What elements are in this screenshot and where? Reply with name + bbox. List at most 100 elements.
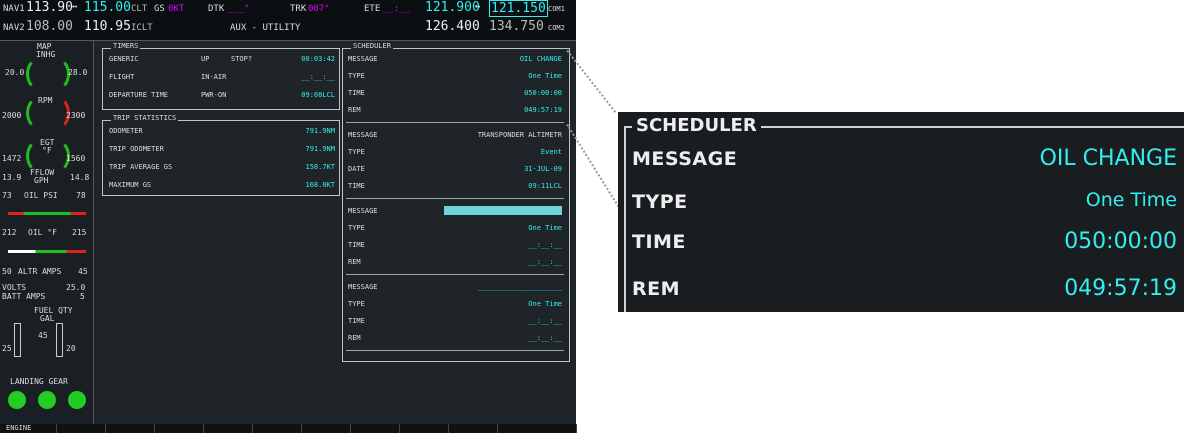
com2-active-frequency[interactable]: 126.400 [425, 19, 480, 34]
scheduler-value[interactable]: Event [541, 148, 562, 156]
nav1-active-frequency[interactable]: 113.90 [26, 0, 73, 15]
scheduler-row[interactable]: MESSAGE OIL CHANGE [348, 55, 562, 63]
zoom-value[interactable]: OIL CHANGE [1040, 146, 1177, 171]
egt-right-value: 1560 [66, 154, 86, 163]
scheduler-row[interactable]: MESSAGE TRANSPONDER ALTIMETR [348, 131, 562, 139]
com2-standby-frequency[interactable]: 134.750 [489, 19, 544, 34]
altr-amps-left-value: 50 [2, 267, 12, 276]
nav2-standby-frequency[interactable]: 110.95 [84, 19, 131, 34]
scheduler-value[interactable]: 050:00:00 [524, 89, 562, 97]
scheduler-row[interactable]: TYPE One Time [348, 300, 562, 308]
trip-label: ODOMETER [109, 127, 143, 135]
scheduler-value[interactable]: 09:11LCL [528, 182, 562, 190]
scheduler-row[interactable]: TIME 09:11LCL [348, 182, 562, 190]
fuel-right-value: 20 [66, 344, 76, 353]
volts-value: 25.0 [66, 283, 86, 292]
scheduler-row[interactable]: TIME __:__:__ [348, 241, 562, 249]
oil-psi-label: OIL PSI [24, 191, 58, 200]
timer-value: 09:08LCL [301, 91, 335, 99]
zoom-label: MESSAGE [632, 148, 738, 170]
com2-label: COM2 [548, 24, 565, 32]
zoom-value[interactable]: 050:00:00 [1064, 229, 1177, 254]
zoom-row-type[interactable]: TYPE One Time [632, 187, 1177, 217]
scheduler-row[interactable]: TIME 050:00:00 [348, 89, 562, 97]
trip-row[interactable]: MAXIMUM GS 168.0KT [109, 181, 335, 189]
com1-active-frequency[interactable]: 121.900 [425, 0, 480, 15]
timer-value: __:__:__ [301, 73, 335, 81]
scheduler-row[interactable]: TIME __:__:__ [348, 317, 562, 325]
scheduler-row[interactable]: TYPE One Time [348, 224, 562, 232]
nav1-swap-arrow[interactable]: ↔ [72, 2, 77, 12]
scheduler-row[interactable]: REM __:__:__ [348, 334, 562, 342]
oil-temp-left-value: 212 [2, 228, 17, 237]
softkey-6[interactable] [253, 424, 302, 433]
scheduler-row[interactable]: MESSAGE [348, 206, 562, 215]
map-right-value: 28.0 [68, 68, 88, 77]
scheduler-row[interactable]: DATE 31-JUL-09 [348, 165, 562, 173]
dtk-value: ___° [228, 4, 250, 14]
zoom-label: TIME [632, 231, 686, 253]
scheduler-row[interactable]: REM __:__:__ [348, 258, 562, 266]
scheduler-row[interactable]: REM 049:57:19 [348, 106, 562, 114]
softkey-4[interactable] [155, 424, 204, 433]
ete-label: ETE [364, 4, 381, 14]
zoom-row-rem[interactable]: REM 049:57:19 [632, 274, 1177, 304]
zoom-row-message[interactable]: MESSAGE OIL CHANGE [632, 144, 1177, 174]
fflow-left-value: 13.9 [2, 173, 22, 182]
fuel-left-gauge [14, 323, 21, 357]
com1-swap-arrow[interactable]: ↔ [475, 2, 480, 12]
softkey-10[interactable] [449, 424, 498, 433]
scheduler-value[interactable]: One Time [528, 72, 562, 80]
fuel-right-gauge [56, 323, 63, 357]
trip-row[interactable]: ODOMETER 791.9NM [109, 127, 335, 135]
scheduler-row[interactable]: TYPE One Time [348, 72, 562, 80]
trip-label: TRIP ODOMETER [109, 145, 164, 153]
altr-amps-right-value: 45 [78, 267, 88, 276]
rpm-left-value: 2000 [2, 111, 22, 120]
timer-mode[interactable]: PWR-ON [201, 91, 226, 99]
scheduler-value: __:__:__ [528, 334, 562, 342]
scheduler-value[interactable]: __:__:__ [528, 241, 562, 249]
scheduler-row[interactable]: TYPE Event [348, 148, 562, 156]
nav2-active-frequency[interactable]: 108.00 [26, 19, 73, 34]
timer-row-flight[interactable]: FLIGHT IN-AIR __:__:__ [109, 73, 335, 81]
timer-mode[interactable]: IN-AIR [201, 73, 226, 81]
softkey-3[interactable] [106, 424, 155, 433]
oil-temp-right-value: 215 [72, 228, 87, 237]
softkey-engine[interactable]: ENGINE [0, 424, 57, 433]
timer-row-generic[interactable]: GENERIC UP STOP? 00:03:42 [109, 55, 335, 63]
zoom-value[interactable]: One Time [1086, 189, 1177, 211]
scheduler-value[interactable]: ____________________ [478, 283, 562, 291]
map-gauge-right-arc [42, 57, 70, 91]
softkey-8[interactable] [351, 424, 400, 433]
timer-direction[interactable]: UP [201, 55, 209, 63]
softkey-11[interactable] [498, 424, 577, 433]
scheduler-value[interactable]: One Time [528, 224, 562, 232]
softkey-7[interactable] [302, 424, 351, 433]
timer-row-departure[interactable]: DEPARTURE TIME PWR-ON 09:08LCL [109, 91, 335, 99]
timer-control[interactable]: STOP? [231, 55, 252, 63]
zoom-label: TYPE [632, 191, 688, 213]
scheduler-message-cursor[interactable] [444, 206, 562, 215]
softkey-9[interactable] [400, 424, 449, 433]
dtk-label: DTK [208, 4, 225, 14]
scheduler-title: SCHEDULER [351, 42, 393, 50]
scheduler-value[interactable]: OIL CHANGE [520, 55, 562, 63]
trip-row[interactable]: TRIP ODOMETER 791.9NM [109, 145, 335, 153]
trip-row[interactable]: TRIP AVERAGE GS 158.7KT [109, 163, 335, 171]
softkey-5[interactable] [204, 424, 253, 433]
scheduler-value[interactable]: One Time [528, 300, 562, 308]
zoom-row-time[interactable]: TIME 050:00:00 [632, 227, 1177, 257]
timer-label: GENERIC [109, 55, 139, 63]
scheduler-value[interactable]: 31-JUL-09 [524, 165, 562, 173]
scheduler-row[interactable]: MESSAGE ____________________ [348, 283, 562, 291]
nav1-standby-frequency[interactable]: 115.00 [84, 0, 131, 15]
scheduler-label: MESSAGE [348, 55, 378, 63]
scheduler-value[interactable]: __:__:__ [528, 317, 562, 325]
com1-label: COM1 [548, 5, 565, 13]
com1-standby-frequency[interactable]: 121.150 [489, 0, 548, 17]
fflow-unit: GPH [34, 176, 49, 185]
scheduler-zoom-callout: SCHEDULER MESSAGE OIL CHANGE TYPE One Ti… [618, 112, 1184, 312]
scheduler-value[interactable]: TRANSPONDER ALTIMETR [478, 131, 562, 139]
softkey-2[interactable] [57, 424, 106, 433]
